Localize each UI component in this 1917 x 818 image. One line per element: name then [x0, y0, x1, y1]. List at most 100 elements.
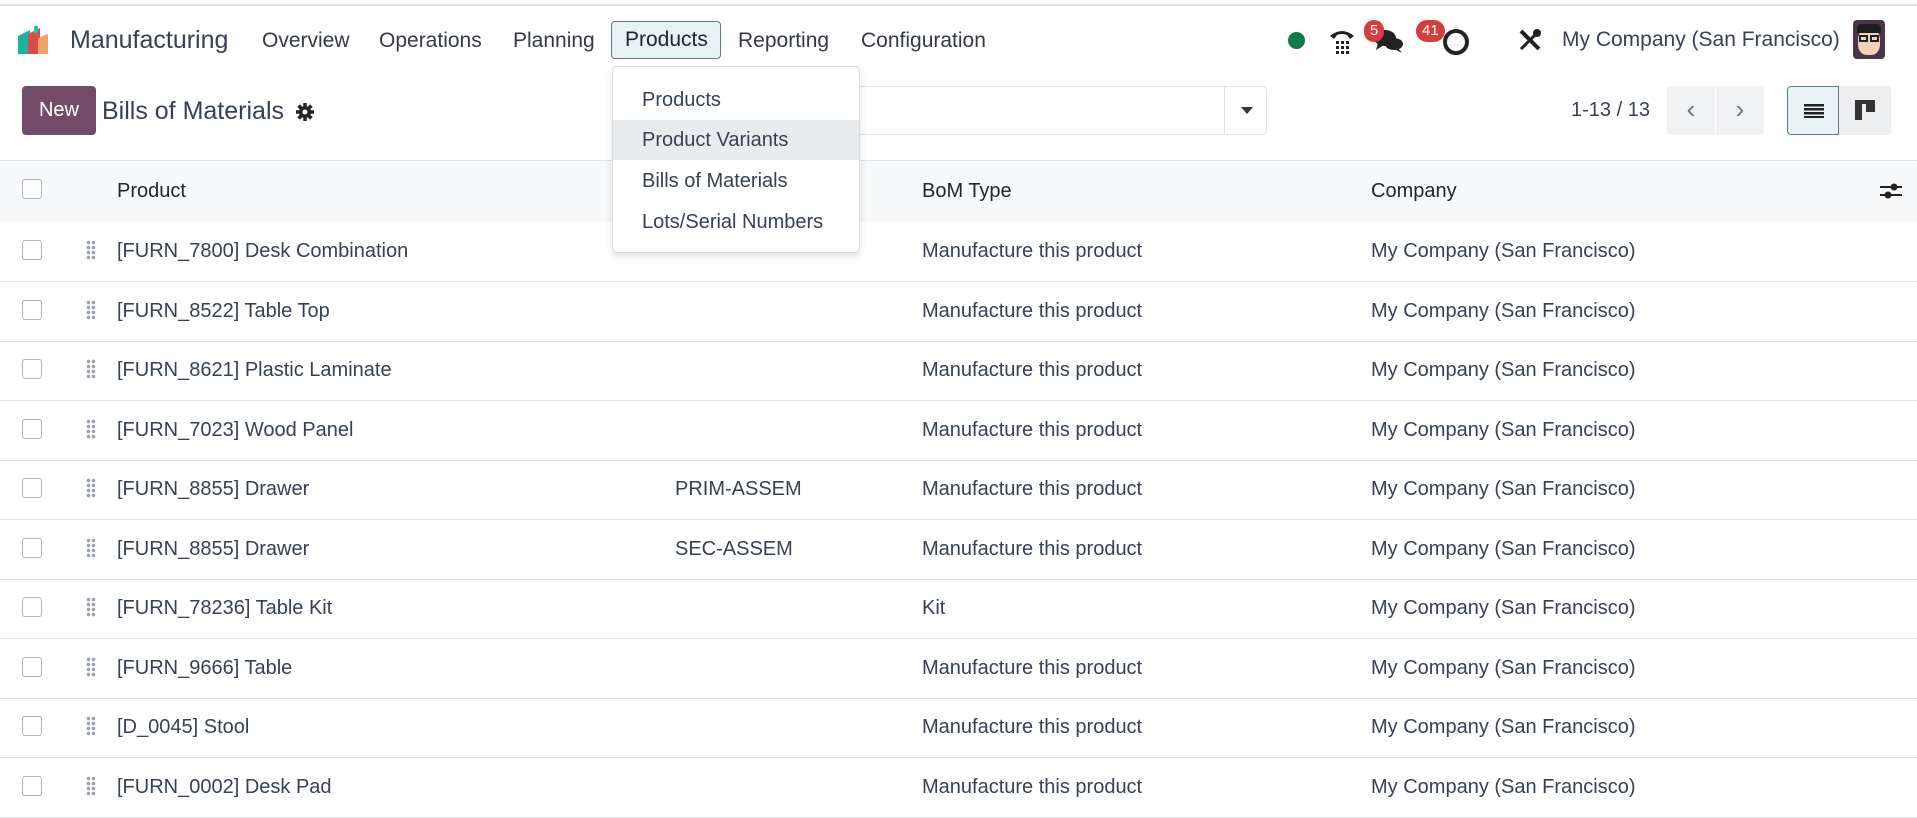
table-row[interactable]: [FURN_8855] Drawer SEC-ASSEM Manufacture… — [0, 520, 1917, 580]
list-icon — [1804, 104, 1824, 118]
cell-bom-type: Manufacture this product — [922, 418, 1143, 441]
cell-reference: PRIM-ASSEM — [675, 478, 802, 500]
row-checkbox[interactable] — [22, 359, 42, 379]
messages-badge: 5 — [1364, 20, 1385, 42]
cell-company: My Company (San Francisco) — [1371, 359, 1636, 381]
table-row[interactable]: [FURN_7023] Wood Panel Manufacture this … — [0, 401, 1917, 461]
optional-columns-icon[interactable] — [1880, 181, 1902, 201]
drag-handle-icon[interactable] — [86, 716, 96, 736]
activities-badge: 41 — [1416, 20, 1445, 42]
cell-company: My Company (San Francisco) — [1371, 775, 1636, 798]
nav-products[interactable]: Products — [611, 21, 721, 59]
nav-configuration[interactable]: Configuration — [861, 28, 986, 54]
column-header-bom-type[interactable]: BoM Type — [922, 180, 1012, 203]
drag-handle-icon[interactable] — [86, 299, 96, 320]
cell-product: [FURN_8522] Table Top — [117, 299, 330, 322]
row-checkbox[interactable] — [22, 597, 42, 617]
cell-bom-type: Manufacture this product — [922, 656, 1143, 679]
tools-icon[interactable] — [1518, 28, 1542, 52]
new-button[interactable]: New — [22, 86, 96, 135]
cell-company: My Company (San Francisco) — [1371, 656, 1636, 679]
drag-handle-icon[interactable] — [86, 597, 96, 617]
nav-products-label: Products — [625, 28, 708, 51]
cell-company: My Company (San Francisco) — [1371, 537, 1636, 560]
row-checkbox[interactable] — [22, 716, 42, 736]
drag-handle-icon[interactable] — [86, 537, 96, 558]
table-row[interactable]: [D_0045] Stool Manufacture this product … — [0, 698, 1917, 758]
phone-icon[interactable] — [1328, 26, 1356, 56]
drag-handle-icon[interactable] — [86, 478, 96, 498]
table-row[interactable]: [FURN_78236] Table Kit Kit My Company (S… — [0, 579, 1917, 639]
list-view-button[interactable] — [1787, 86, 1839, 135]
search-options-toggle[interactable] — [1224, 86, 1267, 135]
cell-company: My Company (San Francisco) — [1371, 299, 1636, 322]
kanban-view-button[interactable] — [1839, 86, 1891, 135]
user-avatar[interactable] — [1853, 20, 1885, 59]
cell-bom-type: Kit — [922, 597, 946, 619]
products-dropdown-menu: Products Product Variants Bills of Mater… — [612, 66, 860, 253]
drag-handle-icon[interactable] — [86, 418, 96, 439]
cell-product: [FURN_8855] Drawer — [117, 478, 310, 500]
table-row[interactable]: [FURN_8855] Drawer PRIM-ASSEM Manufactur… — [0, 460, 1917, 520]
row-checkbox[interactable] — [22, 478, 42, 498]
app-name[interactable]: Manufacturing — [70, 26, 228, 55]
cell-product: [FURN_9666] Table — [117, 656, 293, 679]
nav-overview[interactable]: Overview — [262, 28, 350, 54]
table-row[interactable]: [FURN_9666] Table Manufacture this produ… — [0, 639, 1917, 699]
row-checkbox[interactable] — [22, 775, 42, 796]
menu-item-product-variants[interactable]: Product Variants — [613, 120, 859, 160]
page-title: Bills of Materials — [102, 97, 284, 125]
row-checkbox[interactable] — [22, 656, 42, 677]
drag-handle-icon[interactable] — [86, 240, 96, 260]
gear-icon[interactable] — [296, 103, 314, 121]
row-checkbox[interactable] — [22, 299, 42, 320]
cell-bom-type: Manufacture this product — [922, 240, 1143, 262]
pager-next-button[interactable]: › — [1716, 86, 1764, 135]
cell-product: [D_0045] Stool — [117, 716, 250, 738]
cell-product: [FURN_7023] Wood Panel — [117, 418, 354, 441]
select-all-checkbox[interactable] — [22, 179, 42, 199]
nav-planning[interactable]: Planning — [513, 28, 595, 54]
cell-company: My Company (San Francisco) — [1371, 240, 1636, 262]
cell-product: [FURN_78236] Table Kit — [117, 597, 333, 619]
table-row[interactable]: [FURN_8522] Table Top Manufacture this p… — [0, 282, 1917, 342]
drag-handle-icon[interactable] — [86, 656, 96, 677]
row-checkbox[interactable] — [22, 537, 42, 558]
menu-item-products[interactable]: Products — [613, 80, 859, 120]
cell-company: My Company (San Francisco) — [1371, 418, 1636, 441]
row-checkbox[interactable] — [22, 418, 42, 439]
pager-value[interactable]: 1-13 / 13 — [1571, 99, 1650, 122]
nav-operations[interactable]: Operations — [379, 28, 482, 54]
cell-bom-type: Manufacture this product — [922, 359, 1143, 381]
column-header-product[interactable]: Product — [117, 180, 186, 203]
top-border — [0, 4, 1917, 6]
cell-reference: SEC-ASSEM — [675, 537, 793, 560]
app-logo[interactable] — [18, 26, 56, 54]
activities-clock-icon[interactable] — [1443, 29, 1469, 55]
cell-bom-type: Manufacture this product — [922, 478, 1143, 500]
cell-product: [FURN_7800] Desk Combination — [117, 240, 409, 262]
cell-bom-type: Manufacture this product — [922, 716, 1143, 738]
table-row[interactable]: [FURN_7800] Desk Combination Manufacture… — [0, 222, 1917, 282]
cell-product: [FURN_0002] Desk Pad — [117, 775, 332, 798]
menu-item-lots-serial-numbers[interactable]: Lots/Serial Numbers — [613, 202, 859, 242]
drag-handle-icon[interactable] — [86, 359, 96, 379]
cell-bom-type: Manufacture this product — [922, 537, 1143, 560]
cell-company: My Company (San Francisco) — [1371, 597, 1636, 619]
status-indicator-icon — [1288, 32, 1305, 49]
drag-handle-icon[interactable] — [86, 775, 96, 796]
cell-bom-type: Manufacture this product — [922, 775, 1143, 798]
table-row[interactable]: [FURN_0002] Desk Pad Manufacture this pr… — [0, 758, 1917, 818]
row-checkbox[interactable] — [22, 240, 42, 260]
nav-reporting[interactable]: Reporting — [738, 28, 829, 54]
menu-item-bills-of-materials[interactable]: Bills of Materials — [613, 161, 859, 201]
cell-product: [FURN_8621] Plastic Laminate — [117, 359, 392, 381]
cell-company: My Company (San Francisco) — [1371, 478, 1636, 500]
column-header-company[interactable]: Company — [1371, 180, 1457, 203]
kanban-icon — [1855, 100, 1875, 120]
cell-company: My Company (San Francisco) — [1371, 716, 1636, 738]
table-row[interactable]: [FURN_8621] Plastic Laminate Manufacture… — [0, 341, 1917, 401]
company-switcher[interactable]: My Company (San Francisco) — [1562, 28, 1840, 52]
pager-previous-button[interactable]: ‹ — [1667, 86, 1715, 135]
caret-down-icon — [1241, 107, 1253, 114]
